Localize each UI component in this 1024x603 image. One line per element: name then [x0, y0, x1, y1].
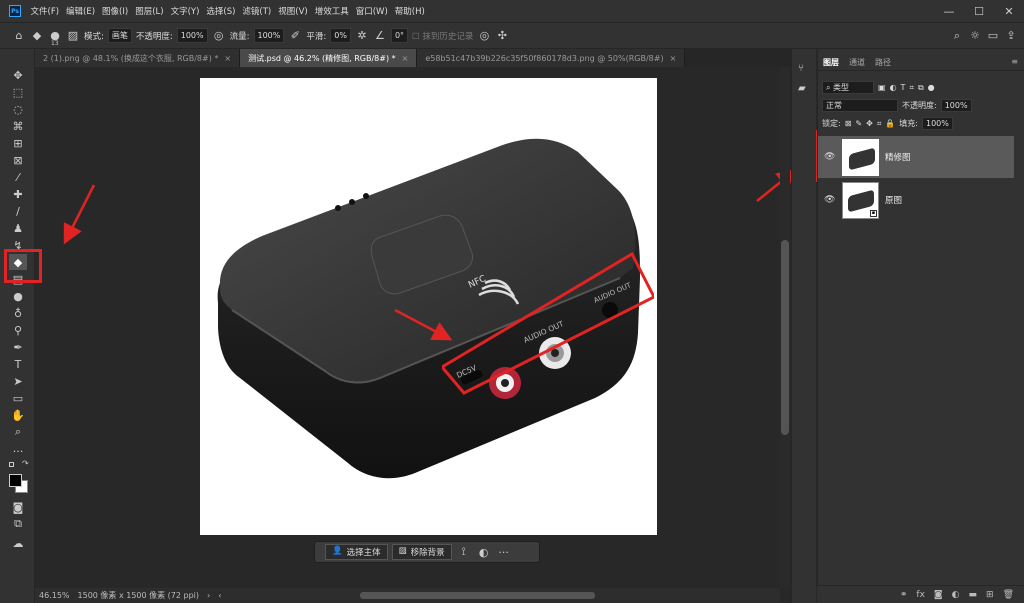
tab-channels[interactable]: 通道 — [849, 57, 865, 70]
layer-name[interactable]: 原图 — [885, 194, 902, 206]
filter-kind-select[interactable]: ⌕ 类型 — [822, 81, 874, 94]
horizontal-scroll-thumb[interactable] — [360, 592, 595, 599]
status-arrow-icon[interactable]: › — [207, 591, 210, 600]
lock-position-icon[interactable]: ✥ — [866, 119, 873, 128]
panel-menu-icon[interactable]: ≡ — [1011, 57, 1018, 70]
delete-layer-icon[interactable]: 🗑 — [1003, 590, 1014, 600]
fill-input[interactable]: 100% — [922, 117, 953, 130]
lock-all-icon[interactable]: 🔒 — [885, 119, 895, 128]
link-layers-icon[interactable]: ⚭ — [900, 590, 908, 600]
visibility-eye-icon[interactable]: 👁 — [824, 152, 836, 162]
layer-thumbnail — [842, 138, 879, 176]
tab-layers[interactable]: 图层 — [823, 57, 839, 70]
transform-icon[interactable]: ⟟ — [456, 545, 472, 559]
layer-style-icon[interactable]: fx — [916, 590, 925, 600]
new-layer-icon[interactable]: ⊞ — [986, 590, 994, 600]
filter-kind-label: 类型 — [833, 83, 850, 92]
more-options-button[interactable]: ··· — [496, 546, 512, 559]
layer-name[interactable]: 精修图 — [885, 151, 911, 163]
vertical-scroll-thumb[interactable] — [781, 240, 789, 435]
visibility-eye-icon[interactable]: 👁 — [824, 195, 836, 205]
panel-dock-strip: ⑂ ▰ — [791, 49, 816, 603]
zoom-level[interactable]: 46.15% — [39, 591, 70, 600]
image-icon: ▨ — [398, 546, 407, 556]
new-group-icon[interactable]: ▬ — [969, 590, 978, 600]
pixel-filter-icon[interactable]: ▣ — [878, 83, 886, 92]
history-panel-icon[interactable]: ⑂ — [798, 63, 804, 74]
layer-opacity-input[interactable]: 100% — [940, 99, 972, 112]
lock-artboard-icon[interactable]: ⌗ — [877, 119, 882, 129]
blend-row: 正常 不透明度: 100% — [822, 99, 972, 112]
adjust-icon[interactable]: ◐ — [476, 546, 492, 559]
opacity-label: 不透明度: — [902, 101, 937, 110]
select-subject-button[interactable]: 👤 选择主体 — [325, 544, 388, 560]
layer-row-original[interactable]: 👁 ▪ 原图 — [818, 179, 1014, 221]
layer-filter-row: ⌕ 类型 ▣ ◐ T ⌗ ⧉ ● — [822, 81, 935, 94]
fill-label: 填充: — [899, 119, 918, 128]
select-subject-label: 选择主体 — [346, 548, 381, 558]
lock-pixels-icon[interactable]: ✎ — [855, 119, 862, 128]
lock-transparent-icon[interactable]: ⊠ — [845, 119, 852, 128]
blend-mode-select[interactable]: 正常 — [822, 99, 898, 112]
document-info: 1500 像素 x 1500 像素 (72 ppi) — [77, 591, 200, 600]
lock-label: 锁定: — [822, 119, 841, 128]
smart-object-filter-icon[interactable]: ⧉ — [918, 83, 924, 93]
smart-object-badge-icon: ▪ — [870, 209, 877, 217]
person-icon: 👤 — [332, 546, 343, 556]
filter-toggle-icon[interactable]: ● — [928, 83, 935, 92]
new-adjustment-icon[interactable]: ◐ — [952, 590, 960, 600]
comments-panel-icon[interactable]: ▰ — [798, 83, 806, 94]
layers-panel — [817, 49, 1024, 603]
add-mask-icon[interactable]: ◙ — [934, 590, 943, 600]
adjustment-filter-icon[interactable]: ◐ — [890, 83, 897, 92]
layer-row-refined[interactable]: 👁 精修图 — [818, 136, 1014, 178]
panel-tabs: 图层 通道 路径 ≡ — [817, 57, 1024, 71]
remove-background-label: 移除背景 — [410, 548, 445, 558]
remove-background-button[interactable]: ▨ 移除背景 — [391, 544, 452, 560]
tab-paths[interactable]: 路径 — [875, 57, 891, 70]
shape-filter-icon[interactable]: ⌗ — [909, 83, 914, 93]
layer-thumbnail: ▪ — [842, 181, 879, 219]
lock-row: 锁定: ⊠ ✎ ✥ ⌗ 🔒 填充: 100% — [822, 117, 953, 130]
type-filter-icon[interactable]: T — [901, 83, 906, 92]
scroll-left-icon[interactable]: ‹ — [218, 591, 221, 600]
contextual-task-bar: 👤 选择主体 ▨ 移除背景 ⟟ ◐ ··· — [314, 541, 540, 563]
layers-panel-footer: ⚭ fx ◙ ◐ ▬ ⊞ 🗑 — [817, 585, 1024, 603]
